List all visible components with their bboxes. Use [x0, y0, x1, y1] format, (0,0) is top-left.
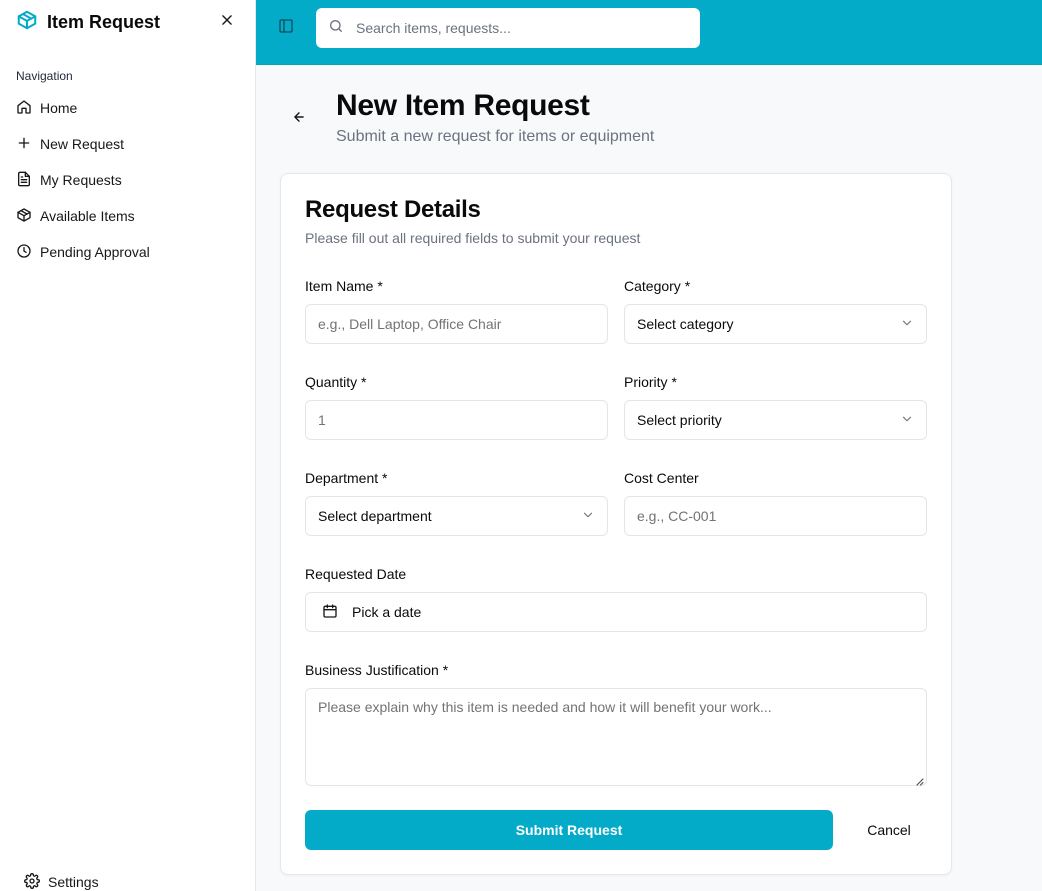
back-button[interactable]: [290, 110, 308, 128]
department-label: Department *: [305, 470, 388, 486]
cancel-button[interactable]: Cancel: [851, 810, 927, 850]
priority-label: Priority *: [624, 374, 677, 390]
item-name-label: Item Name *: [305, 278, 383, 294]
file-text-icon: [16, 171, 32, 190]
search-icon: [328, 18, 344, 39]
top-bar: [256, 0, 1042, 65]
gear-icon: [24, 872, 40, 891]
item-name-input[interactable]: [318, 316, 595, 332]
package-icon: [16, 9, 38, 36]
cost-center-label: Cost Center: [624, 470, 699, 486]
page-title: New Item Request: [336, 89, 590, 122]
sidebar-item-label: My Requests: [40, 172, 122, 188]
quantity-label: Quantity *: [305, 374, 367, 390]
calendar-icon: [322, 603, 338, 622]
category-label: Category *: [624, 278, 691, 294]
sidebar-item-label: New Request: [40, 136, 125, 152]
sidebar-item-available-items[interactable]: Available Items: [8, 198, 248, 234]
priority-select[interactable]: Select priority: [624, 400, 927, 440]
sidebar-item-home[interactable]: Home: [8, 90, 248, 126]
justification-textarea[interactable]: [306, 689, 926, 785]
nav-section-label: Navigation: [16, 69, 73, 83]
home-icon: [16, 99, 32, 118]
panel-left-icon: [278, 18, 294, 39]
brand: Item Request: [16, 10, 160, 34]
requested-date-label: Requested Date: [305, 566, 407, 582]
sidebar-item-settings[interactable]: Settings: [16, 864, 99, 891]
toggle-sidebar-button[interactable]: [276, 18, 296, 38]
request-details-card: Request Details Please fill out all requ…: [280, 173, 952, 875]
arrow-left-icon: [292, 110, 306, 129]
brand-title: Item Request: [47, 11, 161, 32]
chevron-down-icon: [581, 508, 595, 525]
sidebar-item-label: Available Items: [40, 208, 135, 224]
sidebar-item-new-request[interactable]: New Request: [8, 126, 248, 162]
justification-field: [305, 688, 927, 786]
requested-date-value: Pick a date: [352, 604, 422, 620]
department-select[interactable]: Select department: [305, 496, 608, 536]
sidebar-item-label: Pending Approval: [40, 244, 150, 260]
card-description: Please fill out all required fields to s…: [305, 230, 641, 246]
priority-value: Select priority: [637, 412, 722, 428]
sidebar-item-label: Home: [40, 100, 78, 116]
item-name-field: [305, 304, 608, 344]
quantity-input[interactable]: [318, 412, 595, 428]
cost-center-field: [624, 496, 927, 536]
cost-center-input[interactable]: [637, 508, 914, 524]
category-select[interactable]: Select category: [624, 304, 927, 344]
quantity-field: [305, 400, 608, 440]
search-box: [316, 8, 700, 48]
resize-handle-icon[interactable]: [914, 773, 924, 786]
settings-label: Settings: [48, 874, 99, 890]
justification-label: Business Justification *: [305, 662, 449, 678]
sidebar: Item Request Navigation Home New Request…: [0, 0, 256, 891]
search-input[interactable]: [356, 20, 686, 36]
sidebar-nav: Home New Request My Requests Available I…: [8, 90, 248, 270]
clock-icon: [16, 243, 32, 262]
date-picker-button[interactable]: Pick a date: [305, 592, 927, 632]
submit-request-button[interactable]: Submit Request: [305, 810, 833, 850]
department-value: Select department: [318, 508, 432, 524]
card-title: Request Details: [305, 196, 481, 223]
page-subtitle: Submit a new request for items or equipm…: [336, 128, 655, 145]
chevron-down-icon: [900, 316, 914, 333]
close-sidebar-button[interactable]: [218, 13, 236, 31]
chevron-down-icon: [900, 412, 914, 429]
sidebar-item-pending-approval[interactable]: Pending Approval: [8, 234, 248, 270]
sidebar-item-my-requests[interactable]: My Requests: [8, 162, 248, 198]
category-value: Select category: [637, 316, 734, 332]
close-icon: [220, 13, 234, 32]
plus-icon: [16, 135, 32, 154]
package-icon: [16, 207, 32, 226]
